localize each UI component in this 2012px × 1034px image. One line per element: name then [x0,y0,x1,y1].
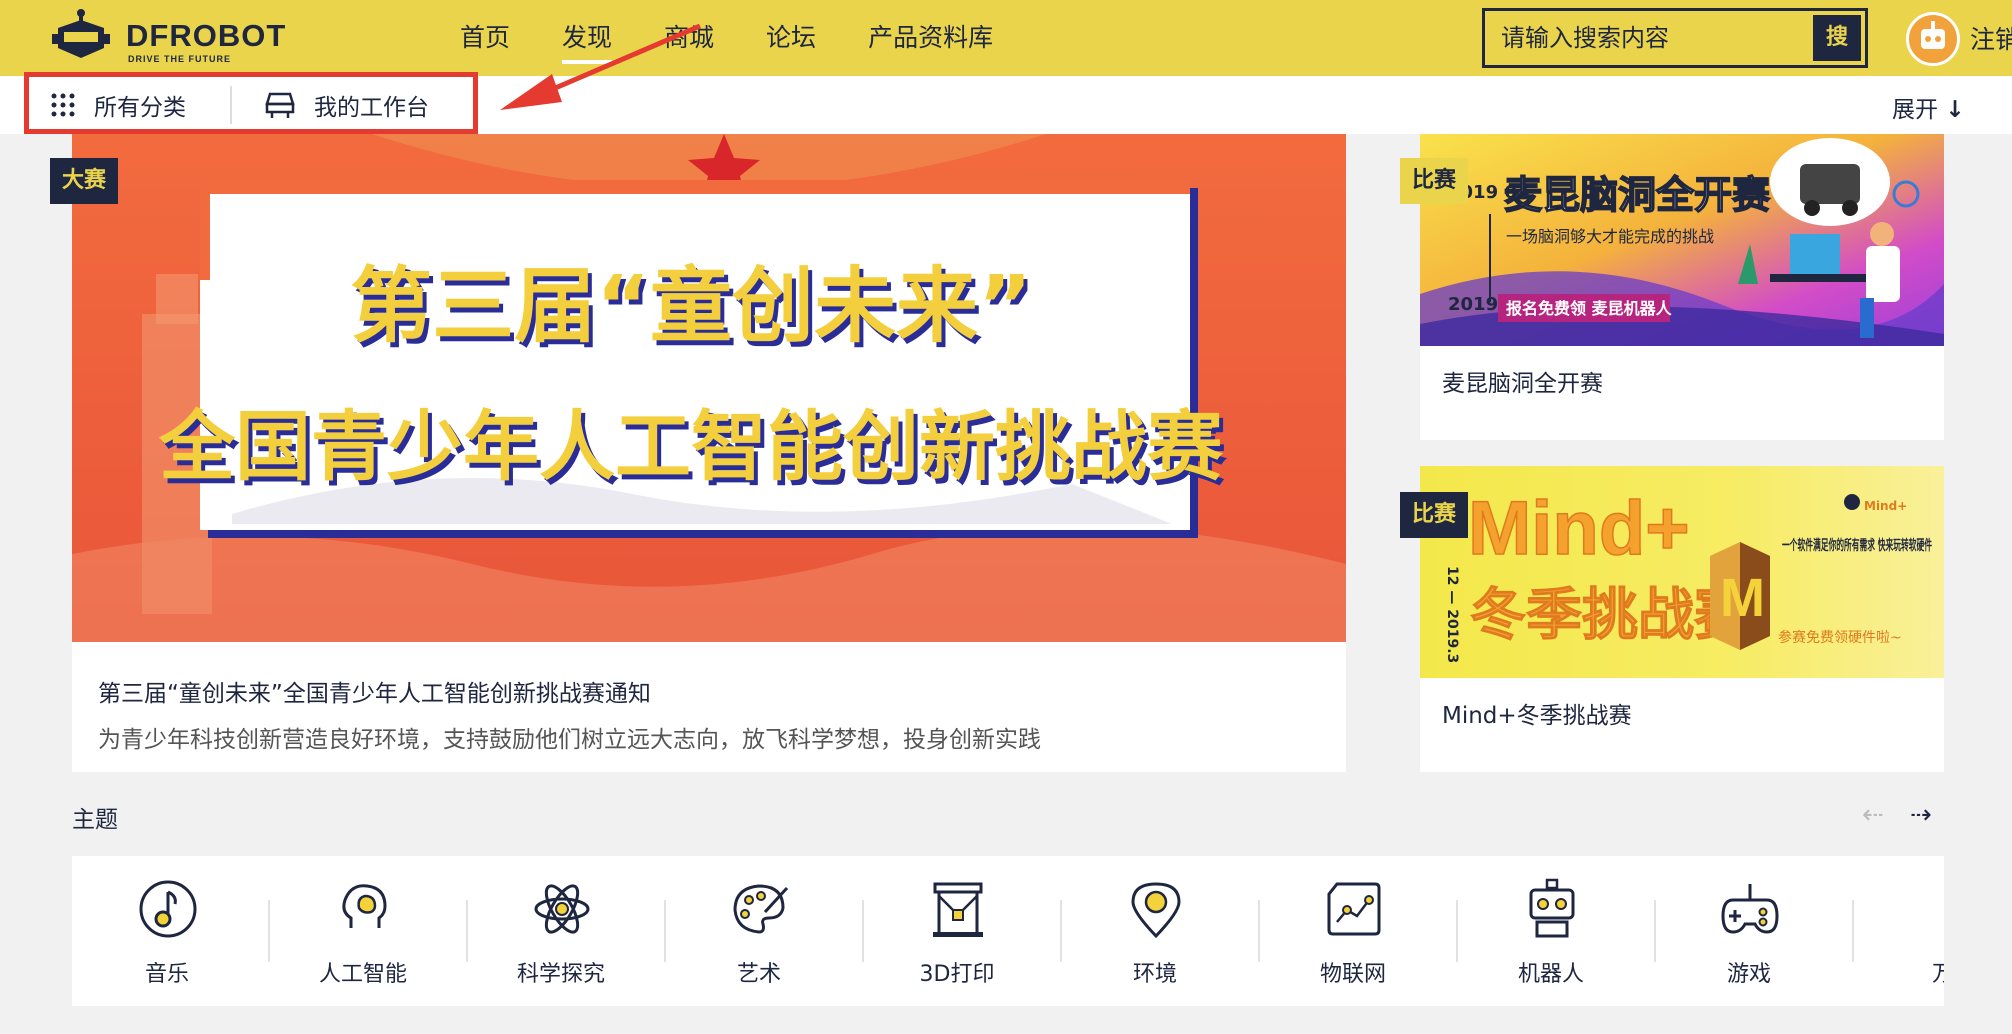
theme-item-environment[interactable]: 环境 [1060,856,1250,1006]
banner-line1: 第三届“童创未来” [350,259,1032,354]
brand-name: DFROBOT [126,18,287,53]
theme-label: 环境 [1132,962,1177,987]
nav-product-library[interactable]: 产品资料库 [868,18,993,60]
main-banner-card[interactable]: 第三届“童创未来” 第三届“童创未来” 全国青少年人工智能创新挑战赛 全国青少年… [72,134,1346,772]
theme-item-game[interactable]: 游戏 [1654,856,1844,1006]
workbench-icon [265,92,295,118]
main-banner-desc: 为青少年科技创新营造良好环境，支持鼓励他们树立远大志向，放飞科学梦想，投身创新实… [98,727,1041,753]
location-pin-icon [1131,882,1181,939]
mindplus-image-bottom: 参赛免费领硬件啦~ [1778,629,1902,646]
svg-text:M: M [1720,568,1765,628]
logout-link[interactable]: 注销 [1970,20,2012,56]
palette-icon [733,884,789,934]
3d-printer-icon [933,882,983,937]
theme-label: 万 [1932,962,1944,987]
divider [230,86,232,124]
mindplus-image-title: Mind+ [1468,486,1690,571]
nav-home[interactable]: 首页 [460,18,510,60]
search-input[interactable] [1501,19,1801,57]
main-banner-image: 第三届“童创未来” 第三届“童创未来” 全国青少年人工智能创新挑战赛 全国青少年… [72,134,1346,642]
workbench-button[interactable]: 我的工作台 [264,88,429,122]
theme-label: 3D打印 [919,962,995,987]
mindplus-banner-image: 12 — 2019.3 Mind+ 冬季挑战赛 M 一个软件满足你的所有需求 快… [1420,466,1944,678]
avatar[interactable] [1906,12,1960,66]
workbench-label: 我的工作台 [314,95,429,121]
nav-discover[interactable]: 发现 [562,18,613,64]
maqueen-banner-image: 2019 04 2019 06 麦昆脑洞全开赛 一场脑洞够大才能完成的挑战 报名… [1420,134,1944,346]
robot-avatar-icon [1921,21,1945,49]
music-icon [139,880,197,938]
robot-logo-icon [52,9,110,58]
theme-label: 科学探究 [516,962,605,987]
all-categories-button[interactable]: 所有分类 [50,88,186,122]
theme-item-art[interactable]: 艺术 [664,856,854,1006]
partial-icon [1917,878,1944,940]
banner-line2: 全国青少年人工智能创新挑战赛 [158,402,1224,491]
banner-graphic: 第三届“童创未来” 第三届“童创未来” 全国青少年人工智能创新挑战赛 全国青少年… [72,134,1346,642]
maqueen-title[interactable]: 麦昆脑洞全开赛 [1442,364,1603,398]
mindplus-image-sub: 冬季挑战赛 [1470,583,1751,648]
theme-row: 音乐 人工智能 科学探究 艺术 3D打印 环境 物联网 机器人 游戏 万 [72,856,1944,1006]
gamepad-icon [1721,884,1779,934]
side-card-maqueen[interactable]: 2019 04 2019 06 麦昆脑洞全开赛 一场脑洞够大才能完成的挑战 报名… [1420,134,1944,440]
theme-item-ai[interactable]: 人工智能 [268,856,458,1006]
expand-label: 展开 [1892,97,1938,123]
theme-label: 游戏 [1726,962,1771,987]
expand-button[interactable]: 展开 ↓ [1892,90,1965,124]
iot-chart-icon [1327,882,1381,936]
theme-item-3d-print[interactable]: 3D打印 [862,856,1052,1006]
theme-label: 艺术 [736,962,781,987]
theme-item-iot[interactable]: 物联网 [1258,856,1448,1006]
theme-item-music[interactable]: 音乐 [72,856,262,1006]
brand-slogan: DRIVE THE FUTURE [128,54,232,64]
maqueen-image-title: 麦昆脑洞全开赛 [1504,173,1771,217]
theme-item-partial[interactable]: 万 [1852,856,1944,1006]
theme-heading: 主题 [72,807,118,833]
maqueen-image-sub: 一场脑洞够大才能完成的挑战 [1506,227,1714,246]
theme-label: 机器人 [1517,962,1584,987]
competition-badge-1: 比赛 [1400,158,1469,204]
atom-icon [534,884,590,934]
theme-label: 人工智能 [318,962,407,987]
search-button[interactable]: 搜 [1813,15,1861,61]
nav-shop[interactable]: 商城 [664,18,714,60]
main-banner-title[interactable]: 第三届“童创未来”全国青少年人工智能创新挑战赛通知 [98,674,651,708]
nav-forum[interactable]: 论坛 [766,18,816,60]
dfrobot-logo[interactable]: DFROBOT DRIVE THE FUTURE [50,8,310,68]
top-header: DFROBOT DRIVE THE FUTURE 首页 发现 商城 论坛 产品资… [0,0,2012,76]
mindplus-image-date: 12 — 2019.3 [1444,566,1460,663]
side-card-mindplus[interactable]: 12 — 2019.3 Mind+ 冬季挑战赛 M 一个软件满足你的所有需求 快… [1420,466,1944,772]
mindplus-image-right: 一个软件满足你的所有需求 快来玩转软硬件 [1782,537,1932,554]
theme-item-robot[interactable]: 机器人 [1456,856,1646,1006]
ai-head-icon [342,884,387,928]
mindplus-graphic: 12 — 2019.3 Mind+ 冬季挑战赛 M 一个软件满足你的所有需求 快… [1420,466,1944,678]
arrow-down-icon: ↓ [1945,97,1965,123]
competition-badge-2: 比赛 [1400,492,1469,538]
contest-badge: 大赛 [50,158,119,204]
prev-arrow-icon[interactable]: ⇠ [1862,800,1884,830]
mindplus-image-logo-text: Mind+ [1864,499,1907,513]
maqueen-graphic: 2019 04 2019 06 麦昆脑洞全开赛 一场脑洞够大才能完成的挑战 报名… [1420,134,1944,346]
theme-label: 音乐 [144,962,189,987]
theme-item-science[interactable]: 科学探究 [466,856,656,1006]
main-nav: 首页 发现 商城 论坛 产品资料库 [460,18,1045,64]
grid-dots-icon [51,93,75,117]
robot-icon [1529,878,1575,938]
next-arrow-icon[interactable]: ⇢ [1910,800,1932,830]
search-box: 搜 [1482,8,1868,68]
maqueen-image-tag: 报名免费领 麦昆机器人 [1506,299,1673,318]
mindplus-title[interactable]: Mind+冬季挑战赛 [1442,696,1632,730]
all-categories-label: 所有分类 [94,95,186,121]
theme-label: 物联网 [1319,962,1386,987]
